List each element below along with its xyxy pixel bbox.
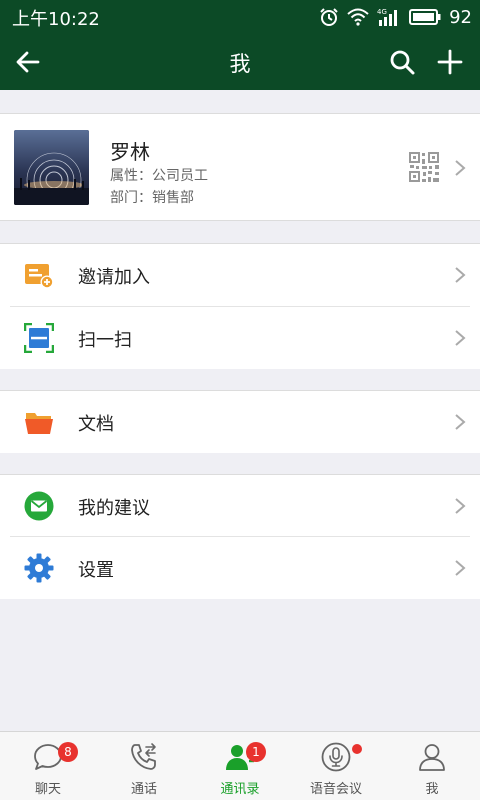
app-header: 我 <box>0 34 480 90</box>
chevron-right-icon <box>455 267 466 283</box>
menu-item-label: 邀请加入 <box>78 267 150 288</box>
chevron-right-icon <box>455 160 466 176</box>
status-time: 上午10:22 <box>12 9 100 30</box>
chevron-right-icon <box>455 560 466 576</box>
invite-icon <box>25 264 54 289</box>
notification-dot <box>352 744 362 754</box>
tab-label: 通话 <box>130 782 157 797</box>
menu-item-settings[interactable]: 设置 <box>0 537 480 599</box>
menu-item-label: 文档 <box>78 414 114 435</box>
person-icon <box>419 744 445 771</box>
tab-contacts[interactable]: 1 通讯录 <box>192 732 288 800</box>
tab-label: 我 <box>425 782 439 797</box>
contacts-badge: 1 <box>246 742 266 762</box>
menu-item-suggestion[interactable]: 我的建议 <box>0 475 480 537</box>
tab-voice-meeting[interactable]: 语音会议 <box>288 732 384 800</box>
bottom-tab-bar: 8 聊天 通话 1 通讯录 语音会议 我 <box>0 731 480 800</box>
profile-name: 罗林 <box>110 140 150 164</box>
battery-level: 92 <box>449 6 472 28</box>
tab-me[interactable]: 我 <box>384 732 480 800</box>
avatar <box>14 130 89 205</box>
scan-icon <box>24 323 54 353</box>
alarm-icon <box>320 8 338 26</box>
menu-item-scan[interactable]: 扫一扫 <box>0 307 480 369</box>
plus-icon[interactable] <box>434 46 466 78</box>
profile-card[interactable]: 罗林 属性：公司员工 部门：销售部 <box>0 113 480 221</box>
menu-group-3: 我的建议 设置 <box>0 474 480 599</box>
svg-text:4G: 4G <box>377 8 387 16</box>
menu-item-documents[interactable]: 文档 <box>0 391 480 453</box>
menu-item-label: 设置 <box>78 560 114 581</box>
chat-badge: 8 <box>58 742 78 762</box>
tab-call[interactable]: 通话 <box>96 732 192 800</box>
folder-icon <box>25 413 53 434</box>
qr-code-icon[interactable] <box>408 151 440 183</box>
battery-icon <box>409 9 441 25</box>
tab-chat[interactable]: 8 聊天 <box>0 732 96 800</box>
tab-label: 通讯录 <box>220 782 260 797</box>
menu-group-1: 邀请加入 扫一扫 <box>0 243 480 369</box>
search-icon[interactable] <box>386 46 418 78</box>
mic-icon <box>321 742 351 772</box>
wifi-icon <box>347 8 369 26</box>
chevron-right-icon <box>455 498 466 514</box>
status-bar: 上午10:22 4G 92 <box>0 0 480 34</box>
profile-attribute: 属性：公司员工 <box>110 168 208 184</box>
status-icons: 4G 92 <box>319 5 472 29</box>
menu-item-label: 扫一扫 <box>78 330 132 351</box>
gear-icon <box>24 553 54 583</box>
menu-item-label: 我的建议 <box>78 498 150 519</box>
menu-group-2: 文档 <box>0 390 480 453</box>
tab-label: 聊天 <box>34 782 61 797</box>
chevron-right-icon <box>455 330 466 346</box>
tab-label: 语音会议 <box>309 782 362 797</box>
mail-icon <box>24 491 54 521</box>
profile-department: 部门：销售部 <box>110 190 194 206</box>
call-icon <box>131 743 156 770</box>
menu-item-invite[interactable]: 邀请加入 <box>0 244 480 306</box>
signal-icon: 4G <box>377 8 398 26</box>
chevron-right-icon <box>455 414 466 430</box>
